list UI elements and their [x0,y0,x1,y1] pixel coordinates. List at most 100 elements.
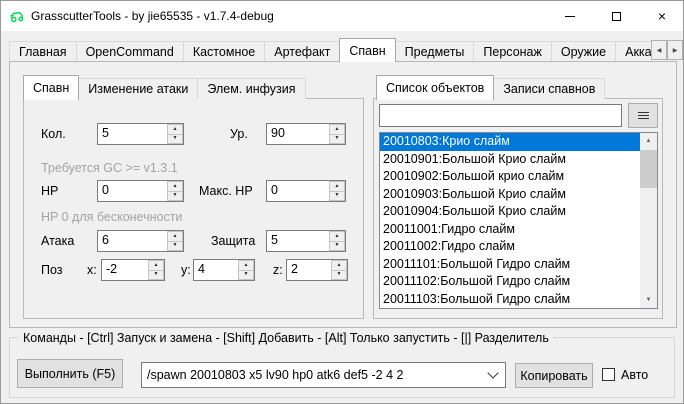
hp-infinity-note: HP 0 для бесконечности [41,210,182,224]
titlebar: GrasscutterTools - by jie65535 - v1.7.4-… [1,1,683,31]
spin-down-icon[interactable]: ▼ [167,134,183,145]
spin-up-icon[interactable]: ▲ [238,260,254,270]
level-label: Ур. [230,127,248,141]
hamburger-icon [638,112,649,119]
tab-2[interactable]: Кастомное [183,41,265,62]
spin-up-icon[interactable]: ▲ [331,260,347,270]
spin-up-icon[interactable]: ▲ [167,181,183,191]
maximize-button[interactable] [593,1,639,31]
scroll-up-icon[interactable]: ▲ [640,133,657,149]
count-value: 5 [98,124,167,144]
right-arrow-icon: ▶ [673,47,678,54]
chevron-down-icon [487,367,498,378]
pos-label: Поз [41,263,63,277]
close-icon: × [658,9,666,23]
tab-1[interactable]: OpenCommand [76,41,184,62]
list-item[interactable]: 20011001:Гидро слайм [380,221,640,239]
list-item[interactable]: 20010904:Большой Крио слайм [380,203,640,221]
window-title: GrasscutterTools - by jie65535 - v1.7.4-… [31,1,274,31]
list-item[interactable]: 20010903:Большой Крио слайм [380,186,640,204]
list-item[interactable]: 20011101:Большой Гидро слайм [380,256,640,274]
list-item[interactable]: 20011002:Гидро слайм [380,238,640,256]
spin-up-icon[interactable]: ▲ [329,181,345,191]
spin-up-icon[interactable]: ▲ [167,231,183,241]
defense-value: 5 [267,231,329,251]
tab-0[interactable]: Главная [9,41,77,62]
pos-y-label: y: [181,263,191,277]
tab-8[interactable]: Аккаунт [615,41,651,62]
list-item[interactable]: 20011102:Большой Гидро слайм [380,273,640,291]
object-tab-1[interactable]: Записи спавнов [493,78,605,99]
command-combobox[interactable]: /spawn 20010803 x5 lv90 hp0 atk6 def5 -2… [141,362,506,388]
spin-down-icon[interactable]: ▼ [329,241,345,252]
spawn-tab-1[interactable]: Изменение атаки [78,78,198,99]
hp-label: HP [41,184,58,198]
left-arrow-icon: ◀ [657,47,662,54]
main-tab-strip: ГлавнаяOpenCommandКастомноеАртефактСпавн… [9,37,651,62]
command-text: /spawn 20010803 x5 lv90 hp0 atk6 def5 -2… [142,368,489,382]
object-tab-0[interactable]: Список объектов [376,75,494,100]
hp-spinner[interactable]: 0 ▲▼ [97,180,184,202]
auto-checkbox-label: Авто [621,368,648,382]
tab-3[interactable]: Артефакт [264,41,340,62]
max-hp-spinner[interactable]: 0 ▲▼ [266,180,346,202]
minimize-button[interactable] [547,1,593,31]
level-spinner[interactable]: 90 ▲▼ [266,123,346,145]
pos-x-value: -2 [102,260,148,280]
attack-spinner[interactable]: 6 ▲▼ [97,230,184,252]
tab-7[interactable]: Оружие [551,41,616,62]
run-button[interactable]: Выполнить (F5) [17,359,123,388]
close-button[interactable]: × [639,1,684,31]
copy-button-label: Копировать [520,369,587,383]
auto-checkbox[interactable] [602,368,615,381]
defense-spinner[interactable]: 5 ▲▼ [266,230,346,252]
hp-value: 0 [98,181,167,201]
scrollbar-thumb[interactable] [640,150,657,188]
spin-down-icon[interactable]: ▼ [167,241,183,252]
spin-down-icon[interactable]: ▼ [329,134,345,145]
pos-x-label: x: [87,263,97,277]
level-value: 90 [267,124,329,144]
list-item[interactable]: 20010803:Крио слайм [380,133,640,151]
tab-4[interactable]: Спавн [339,38,395,62]
pos-z-label: z: [273,263,283,277]
spawn-tab-2[interactable]: Элем. инфузия [197,78,305,99]
spin-up-icon[interactable]: ▲ [329,124,345,134]
spin-up-icon[interactable]: ▲ [329,231,345,241]
list-scrollbar[interactable]: ▲ ▼ [640,133,657,308]
count-label: Кол. [41,127,66,141]
spin-down-icon[interactable]: ▼ [148,270,164,281]
pos-z-value: 2 [287,260,331,280]
count-spinner[interactable]: 5 ▲▼ [97,123,184,145]
tab-6[interactable]: Персонаж [473,41,551,62]
list-item[interactable]: 20011103:Большой Гидро слайм [380,291,640,309]
minimize-icon [565,16,575,17]
spin-down-icon[interactable]: ▼ [238,270,254,281]
attack-value: 6 [98,231,167,251]
run-button-label: Выполнить (F5) [25,367,116,381]
list-menu-button[interactable] [628,103,658,128]
spin-down-icon[interactable]: ▼ [167,191,183,202]
spawn-inner-tab-strip: СпавнИзменение атакиЭлем. инфузия [23,76,305,99]
spin-up-icon[interactable]: ▲ [148,260,164,270]
spin-up-icon[interactable]: ▲ [167,124,183,134]
tab-scroll-right-button[interactable]: ▶ [667,40,683,60]
pos-y-spinner[interactable]: 4 ▲▼ [193,259,255,281]
object-list: 20010803:Крио слайм20010901:Большой Крио… [380,133,640,308]
spin-down-icon[interactable]: ▼ [331,270,347,281]
max-hp-value: 0 [267,181,329,201]
list-item[interactable]: 20010902:Большой крио слайм [380,168,640,186]
pos-z-spinner[interactable]: 2 ▲▼ [286,259,348,281]
gc-version-note: Требуется GC >= v1.3.1 [41,161,178,175]
search-input[interactable] [379,104,622,127]
pos-x-spinner[interactable]: -2 ▲▼ [101,259,165,281]
copy-button[interactable]: Копировать [515,363,593,388]
pos-y-value: 4 [194,260,238,280]
scroll-down-icon[interactable]: ▼ [640,292,657,308]
list-item[interactable]: 20010901:Большой Крио слайм [380,151,640,169]
object-listbox: 20010803:Крио слайм20010901:Большой Крио… [379,132,658,309]
tab-5[interactable]: Предметы [395,41,475,62]
tab-scroll-left-button[interactable]: ◀ [651,40,667,60]
spin-down-icon[interactable]: ▼ [329,191,345,202]
spawn-tab-0[interactable]: Спавн [23,75,79,100]
